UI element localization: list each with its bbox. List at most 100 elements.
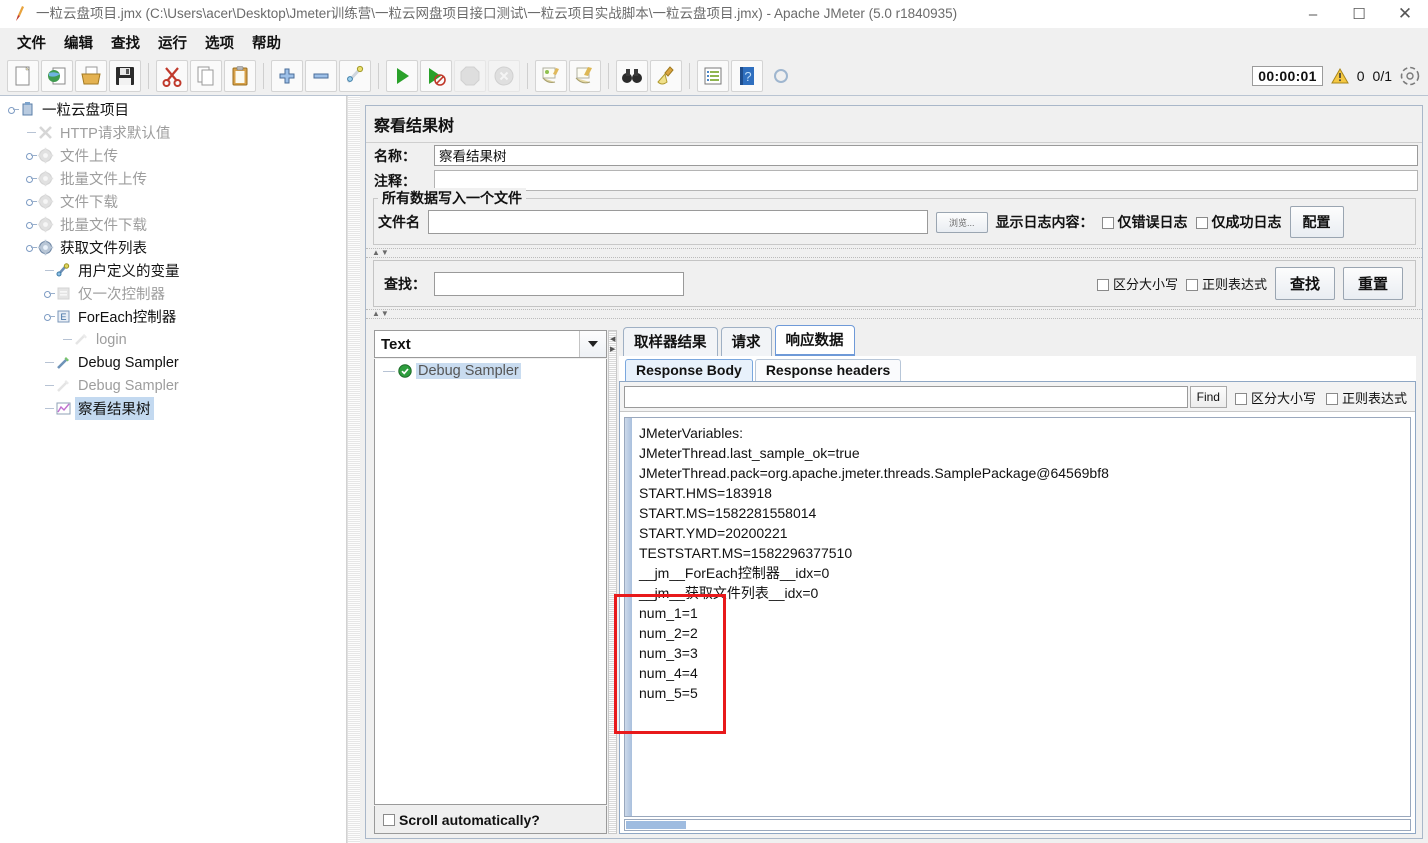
scroll-auto-box[interactable] — [383, 813, 395, 826]
cut-button[interactable] — [156, 59, 188, 92]
tree-expand-toggle[interactable] — [26, 196, 37, 207]
reset-button[interactable]: 重置 — [1342, 267, 1403, 300]
tree-node[interactable]: Debug Sampler — [0, 374, 346, 397]
search-regex-checkbox[interactable]: 正则表达式 — [1185, 274, 1267, 293]
copy-button[interactable] — [190, 59, 222, 92]
tree-node[interactable]: 用户定义的变量 — [0, 259, 346, 282]
search-case-checkbox[interactable]: 区分大小写 — [1096, 274, 1178, 293]
minimize-button[interactable]: – — [1290, 0, 1336, 28]
sampler-result-list[interactable]: Debug Sampler — [374, 359, 607, 805]
tab-response-data[interactable]: 响应数据 — [774, 325, 855, 356]
response-case-checkbox[interactable]: 区分大小写 — [1234, 388, 1316, 407]
browse-button[interactable]: 浏览... — [936, 211, 988, 233]
clear-button[interactable] — [535, 59, 567, 92]
search-button[interactable]: 查找 — [1274, 267, 1335, 300]
menu-edit[interactable]: 编辑 — [55, 30, 102, 55]
divider-upper[interactable]: ▲▼ — [366, 248, 1422, 258]
tab-sampler-result[interactable]: 取样器结果 — [623, 327, 718, 356]
tree-node[interactable]: 获取文件列表 — [0, 236, 346, 259]
tree-node[interactable]: 文件下载 — [0, 190, 346, 213]
tree-node[interactable]: 批量文件上传 — [0, 167, 346, 190]
renderer-combobox[interactable]: Text — [374, 330, 607, 358]
tree-node[interactable]: 批量文件下载 — [0, 213, 346, 236]
menu-options[interactable]: 选项 — [196, 30, 243, 55]
search-reset-button[interactable] — [650, 59, 682, 92]
tree-expand-toggle[interactable] — [26, 219, 37, 230]
tree-node[interactable]: Debug Sampler — [0, 351, 346, 374]
response-find-input[interactable] — [624, 386, 1188, 408]
thread-group-icon — [37, 193, 54, 210]
collapse-all-button[interactable] — [305, 59, 337, 92]
response-regex-box[interactable] — [1325, 392, 1338, 405]
stop-button[interactable] — [454, 59, 486, 92]
new-button[interactable] — [7, 59, 39, 92]
divider-lower[interactable]: ▲▼ — [366, 309, 1422, 319]
tree-node[interactable]: E ForEach控制器 — [0, 305, 346, 328]
tab-request[interactable]: 请求 — [720, 327, 772, 356]
response-find-button[interactable]: Find — [1189, 386, 1227, 408]
templates-button[interactable] — [41, 59, 73, 92]
errors-only-box[interactable] — [1101, 217, 1114, 229]
response-regex-checkbox[interactable]: 正则表达式 — [1325, 388, 1407, 407]
tree-node[interactable]: login — [0, 328, 346, 351]
open-button[interactable] — [75, 59, 107, 92]
help-button[interactable]: ? — [731, 59, 763, 92]
menu-run[interactable]: 运行 — [149, 30, 196, 55]
search-input[interactable] — [434, 271, 684, 296]
save-button[interactable] — [109, 59, 141, 92]
splitter-arrow-up[interactable]: ◀ — [610, 335, 615, 343]
tab-response-headers[interactable]: Response headers — [754, 359, 902, 381]
tree-node[interactable]: HTTP请求默认值 — [0, 121, 346, 144]
errors-only-checkbox[interactable]: 仅错误日志 — [1101, 212, 1188, 232]
tree-expand-toggle[interactable] — [26, 242, 37, 253]
toggle-button[interactable] — [339, 59, 371, 92]
start-no-pauses-button[interactable] — [420, 59, 452, 92]
search-button[interactable] — [616, 59, 648, 92]
main-tab-row: 取样器结果 请求 响应数据 — [619, 325, 1416, 356]
renderer-selected-value: Text — [381, 335, 411, 353]
tab-response-body[interactable]: Response Body — [625, 359, 753, 381]
tree-node[interactable]: 仅一次控制器 — [0, 282, 346, 305]
name-input[interactable]: 察看结果树 — [434, 145, 1418, 166]
tree-node[interactable]: 文件上传 — [0, 144, 346, 167]
tree-node[interactable]: 察看结果树 — [0, 397, 346, 420]
tree-branch-line — [44, 265, 55, 276]
shutdown-button[interactable] — [488, 59, 520, 92]
tree-node[interactable]: 一粒云盘项目 — [0, 98, 346, 121]
search-case-box[interactable] — [1096, 279, 1109, 291]
search-regex-box[interactable] — [1185, 279, 1198, 291]
extra-button[interactable] — [765, 60, 797, 92]
menu-file[interactable]: 文件 — [8, 30, 55, 55]
success-only-checkbox[interactable]: 仅成功日志 — [1195, 212, 1282, 232]
configure-button[interactable]: 配置 — [1289, 206, 1344, 238]
success-only-box[interactable] — [1195, 217, 1208, 229]
warning-triangle-icon[interactable] — [1330, 67, 1349, 84]
tree-vertical-scrollbar[interactable] — [347, 96, 361, 843]
tree-expand-toggle[interactable] — [44, 288, 55, 299]
expand-all-button[interactable] — [271, 59, 303, 92]
results-splitter[interactable]: ◀ ▶ — [608, 330, 617, 834]
function-helper-button[interactable] — [697, 59, 729, 92]
filename-input[interactable] — [428, 210, 928, 234]
close-button[interactable]: ✕ — [1382, 0, 1428, 28]
tree-expand-toggle[interactable] — [26, 173, 37, 184]
response-case-box[interactable] — [1234, 392, 1247, 405]
comment-input[interactable] — [434, 170, 1418, 191]
tree-expand-toggle[interactable] — [26, 150, 37, 161]
response-body-text-area[interactable]: JMeterVariables: JMeterThread.last_sampl… — [624, 417, 1411, 817]
menu-help[interactable]: 帮助 — [243, 30, 290, 55]
list-item[interactable]: Debug Sampler — [375, 359, 606, 379]
test-plan-tree[interactable]: 一粒云盘项目 HTTP请求默认值 文件上传 批量文件上传 文件下载 批量文件下载 获取文件列… — [0, 96, 347, 843]
maximize-button[interactable]: ☐ — [1336, 0, 1382, 28]
start-button[interactable] — [386, 59, 418, 92]
tree-expand-toggle[interactable] — [44, 311, 55, 322]
scroll-automatically-checkbox[interactable]: Scroll automatically? — [374, 806, 607, 834]
tree-expand-toggle[interactable] — [8, 104, 19, 115]
sub-tab-row: Response Body Response headers — [619, 356, 1416, 381]
response-body-horizontal-scrollbar[interactable] — [624, 819, 1411, 831]
splitter-arrow-down[interactable]: ▶ — [610, 345, 615, 353]
chevron-down-icon[interactable] — [579, 331, 606, 357]
paste-button[interactable] — [224, 59, 256, 92]
menu-search[interactable]: 查找 — [102, 30, 149, 55]
clear-all-button[interactable] — [569, 59, 601, 92]
